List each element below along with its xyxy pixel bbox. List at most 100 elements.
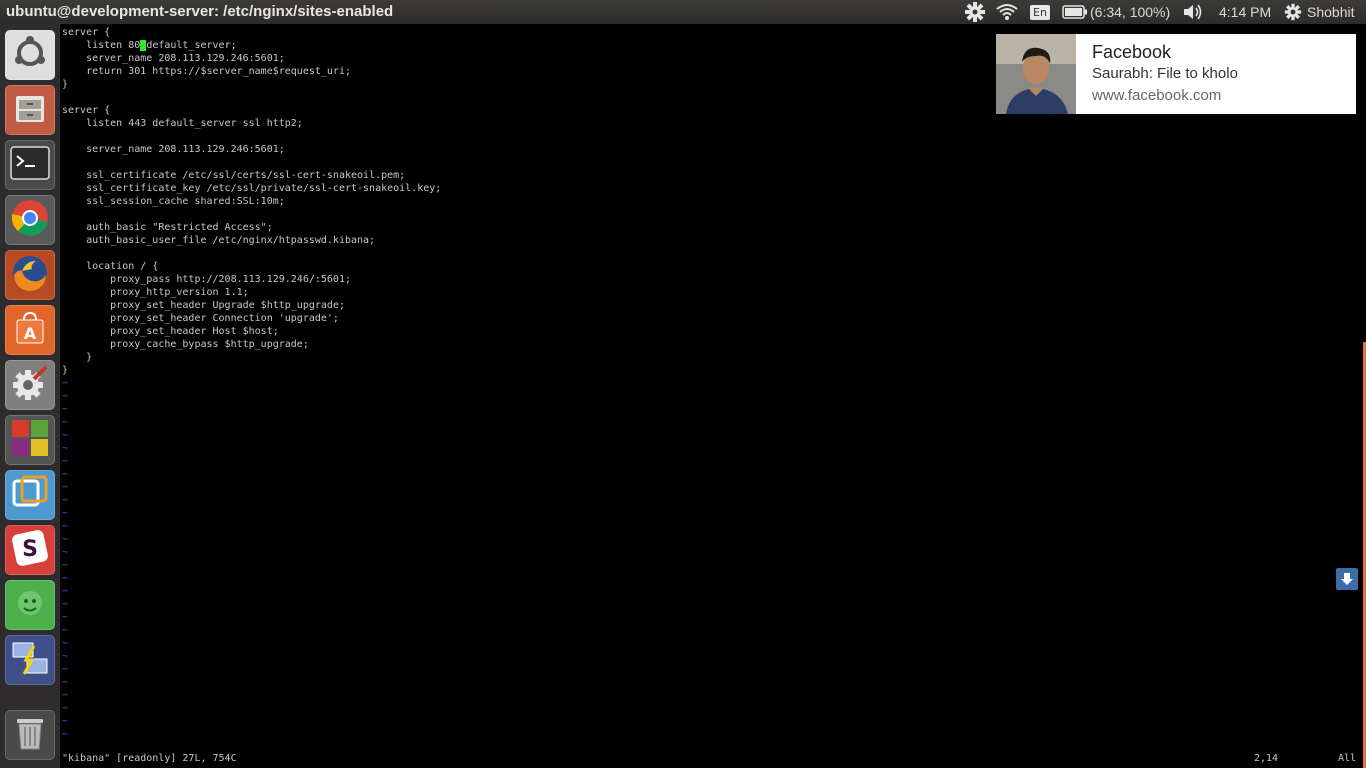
ubuntu-logo-icon — [12, 35, 48, 75]
empty-line-marker: ~ — [62, 404, 69, 415]
terminal-window[interactable]: server { listen 80 default_server; serve… — [60, 24, 1366, 768]
empty-line-marker: ~ — [62, 378, 69, 389]
code-line[interactable]: } — [62, 351, 441, 364]
remote-desktop-launcher[interactable] — [5, 635, 55, 685]
code-line[interactable]: listen 443 default_server ssl http2; — [62, 117, 441, 130]
files-launcher[interactable] — [5, 85, 55, 135]
code-line[interactable]: proxy_pass http://208.113.129.246/:5601; — [62, 273, 441, 286]
empty-line-marker: ~ — [62, 417, 69, 428]
code-line[interactable] — [62, 156, 441, 169]
slack-icon: S — [10, 528, 50, 572]
empty-line-marker: ~ — [62, 573, 69, 584]
vim-buffer[interactable]: server { listen 80 default_server; serve… — [62, 26, 441, 377]
ubuntu-dash-button[interactable] — [5, 30, 55, 80]
empty-line-marker: ~ — [62, 482, 69, 493]
empty-line-marker: ~ — [62, 716, 69, 727]
empty-lines: ~ ~ ~ ~ ~ ~ ~ ~ ~ ~ ~ ~ ~ ~ ~ ~ ~ ~ ~ ~ ~ ~ ~ ~ ~ ~ ~ ~ — [62, 377, 68, 741]
shopping-bag-icon: A — [12, 310, 48, 350]
empty-line-marker: ~ — [62, 690, 69, 701]
terminal-launcher[interactable] — [5, 140, 55, 190]
empty-line-marker: ~ — [62, 521, 69, 532]
android-robot-icon — [10, 583, 50, 627]
empty-line-marker: ~ — [62, 547, 69, 558]
vmware-icon — [10, 473, 50, 517]
code-line[interactable]: ssl_session_cache shared:SSL:10m; — [62, 195, 441, 208]
clock[interactable]: 4:14 PM — [1219, 0, 1271, 24]
code-line[interactable]: } — [62, 78, 441, 91]
code-line[interactable] — [62, 208, 441, 221]
empty-line-marker: ~ — [62, 729, 69, 740]
keyboard-layout-badge: En — [1030, 4, 1050, 20]
android-launcher[interactable] — [5, 580, 55, 630]
notification-title: Facebook — [1092, 42, 1172, 62]
code-line[interactable] — [62, 91, 441, 104]
firefox-launcher[interactable] — [5, 250, 55, 300]
code-line[interactable]: listen 80 default_server; — [62, 39, 441, 52]
trash-launcher[interactable] — [5, 710, 55, 760]
wifi-icon[interactable] — [996, 0, 1018, 24]
trash-icon — [12, 713, 48, 757]
volume-icon[interactable] — [1182, 0, 1204, 24]
vim-status-line: "kibana" [readonly] 27L, 754C — [62, 753, 237, 764]
launcher: A S — [0, 24, 60, 768]
firefox-icon — [10, 253, 50, 297]
empty-line-marker: ~ — [62, 703, 69, 714]
code-line[interactable]: ssl_certificate /etc/ssl/certs/ssl-cert-… — [62, 169, 441, 182]
code-line[interactable]: } — [62, 364, 441, 377]
chrome-launcher[interactable] — [5, 195, 55, 245]
code-line[interactable]: server { — [62, 26, 441, 39]
download-arrow-icon[interactable] — [1336, 568, 1358, 590]
empty-line-marker: ~ — [62, 456, 69, 467]
empty-line-marker: ~ — [62, 508, 69, 519]
empty-line-marker: ~ — [62, 625, 69, 636]
settings-gear-icon[interactable] — [964, 0, 986, 24]
settings-wrench-icon — [10, 363, 50, 407]
file-cabinet-icon — [12, 90, 48, 130]
code-line[interactable]: ssl_certificate_key /etc/ssl/private/ssl… — [62, 182, 441, 195]
slack-launcher[interactable]: S — [5, 525, 55, 575]
notification-bubble[interactable]: Facebook Saurabh: File to kholo www.face… — [996, 34, 1356, 114]
sender-avatar — [996, 34, 1076, 114]
session-menu[interactable]: Shobhit — [1284, 0, 1354, 24]
empty-line-marker: ~ — [62, 638, 69, 649]
empty-line-marker: ~ — [62, 586, 69, 597]
network-connection-icon — [10, 638, 50, 682]
chrome-icon — [10, 198, 50, 242]
empty-line-marker: ~ — [62, 599, 69, 610]
text-cursor — [140, 40, 147, 51]
user-name: Shobhit — [1307, 4, 1355, 20]
clock-time: 4:14 PM — [1219, 4, 1272, 20]
code-line[interactable]: proxy_http_version 1.1; — [62, 286, 441, 299]
software-center-launcher[interactable]: A — [5, 305, 55, 355]
code-line[interactable]: proxy_cache_bypass $http_upgrade; — [62, 338, 441, 351]
empty-line-marker: ~ — [62, 651, 69, 662]
code-line[interactable]: return 301 https://$server_name$request_… — [62, 65, 441, 78]
system-settings-launcher[interactable] — [5, 360, 55, 410]
empty-line-marker: ~ — [62, 443, 69, 454]
code-line[interactable]: location / { — [62, 260, 441, 273]
code-line[interactable]: server { — [62, 104, 441, 117]
code-line[interactable]: proxy_set_header Upgrade $http_upgrade; — [62, 299, 441, 312]
scroll-indicator: All — [1338, 753, 1357, 764]
code-line[interactable]: auth_basic "Restricted Access"; — [62, 221, 441, 234]
vmware-launcher[interactable] — [5, 470, 55, 520]
code-line[interactable]: proxy_set_header Connection 'upgrade'; — [62, 312, 441, 325]
code-line[interactable]: proxy_set_header Host $host; — [62, 325, 441, 338]
battery-status: (6:34, 100%) — [1090, 4, 1171, 20]
empty-line-marker: ~ — [62, 612, 69, 623]
code-line[interactable]: server_name 208.113.129.246:5601; — [62, 52, 441, 65]
code-line[interactable] — [62, 247, 441, 260]
empty-line-marker: ~ — [62, 430, 69, 441]
keyboard-icon[interactable]: En — [1030, 0, 1050, 24]
svg-text:S: S — [22, 537, 38, 562]
battery-icon[interactable]: (6:34, 100%) — [1062, 0, 1170, 24]
workspaces-icon — [10, 418, 50, 462]
empty-line-marker: ~ — [62, 664, 69, 675]
code-line[interactable]: auth_basic_user_file /etc/nginx/htpasswd… — [62, 234, 441, 247]
empty-line-marker: ~ — [62, 677, 69, 688]
code-line[interactable]: server_name 208.113.129.246:5601; — [62, 143, 441, 156]
workspace-switcher-launcher[interactable] — [5, 415, 55, 465]
notification-body: Saurabh: File to kholo — [1092, 65, 1238, 82]
top-panel: ubuntu@development-server: /etc/nginx/si… — [0, 0, 1366, 24]
code-line[interactable] — [62, 130, 441, 143]
